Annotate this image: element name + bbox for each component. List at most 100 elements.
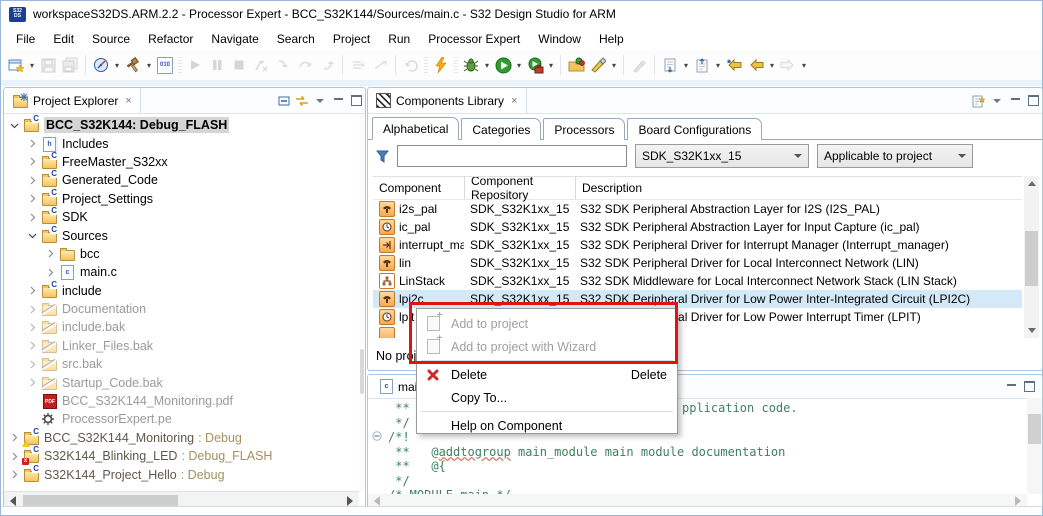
- back-dropdown[interactable]: ▾: [767, 54, 777, 76]
- open-pe-project-button[interactable]: [565, 54, 587, 76]
- mark-occurrences-button[interactable]: [628, 54, 650, 76]
- chevron-collapsed-icon[interactable]: [27, 139, 37, 149]
- scope-dropdown[interactable]: Applicable to project: [817, 144, 973, 168]
- chevron-collapsed-icon[interactable]: [45, 249, 55, 259]
- scroll-left-icon[interactable]: [10, 496, 16, 506]
- maximize-view-icon[interactable]: [1020, 378, 1038, 396]
- run-button[interactable]: [492, 54, 514, 76]
- tree-item-startup-code-bak[interactable]: Startup_Code.bak: [4, 373, 359, 391]
- tab-processors[interactable]: Processors: [543, 118, 626, 140]
- editor-vscrollbar[interactable]: [1027, 398, 1042, 494]
- chevron-collapsed-icon[interactable]: [9, 451, 19, 461]
- scroll-down-icon[interactable]: [1024, 323, 1039, 338]
- chevron-collapsed-icon[interactable]: [9, 470, 19, 480]
- tree-item-monitoring-pdf[interactable]: PDF BCC_S32K144_Monitoring.pdf: [4, 392, 359, 410]
- chevron-collapsed-icon[interactable]: [27, 157, 37, 167]
- highlight-pen-dropdown[interactable]: ▾: [609, 54, 619, 76]
- scroll-thumb[interactable]: [1028, 414, 1041, 444]
- chevron-collapsed-icon[interactable]: [27, 322, 37, 332]
- chevron-collapsed-icon[interactable]: [27, 286, 37, 296]
- filter-input[interactable]: [397, 145, 627, 167]
- chevron-collapsed-icon[interactable]: [45, 267, 55, 277]
- tree-item-project-settings[interactable]: C Project_Settings: [4, 188, 359, 208]
- build-dropdown[interactable]: ▾: [144, 54, 154, 76]
- chevron-collapsed-icon[interactable]: [27, 212, 37, 222]
- project-explorer-close-icon[interactable]: ×: [125, 95, 131, 107]
- column-component[interactable]: Component: [373, 177, 465, 199]
- table-row-selected[interactable]: lpi2c SDK_S32K1xx_15 S32 SDK Peripheral …: [373, 290, 1022, 308]
- forward-dropdown[interactable]: ▾: [799, 54, 809, 76]
- menu-search[interactable]: Search: [268, 29, 324, 49]
- project-explorer-tab[interactable]: Project Explorer ×: [4, 88, 141, 113]
- components-library-tab[interactable]: Components Library ×: [368, 88, 527, 113]
- step-over-button[interactable]: [294, 54, 316, 76]
- new-wizard-button[interactable]: [5, 54, 27, 76]
- chevron-expanded-icon[interactable]: [27, 231, 37, 241]
- tree-item-src-bak[interactable]: src.bak: [4, 355, 359, 373]
- pe-generate-code-button[interactable]: [90, 54, 112, 76]
- flash-programmer-button[interactable]: [430, 54, 452, 76]
- back-button[interactable]: [745, 54, 767, 76]
- tab-board-configurations[interactable]: Board Configurations: [627, 118, 763, 140]
- scroll-up-icon[interactable]: [1024, 176, 1039, 191]
- repository-dropdown[interactable]: SDK_S32K1xx_15: [635, 144, 809, 168]
- menu-item-add-to-project-wizard[interactable]: Add to project with Wizard: [417, 333, 677, 358]
- tree-item-sources[interactable]: C Sources: [4, 225, 359, 244]
- stop-button[interactable]: [228, 54, 250, 76]
- save-all-button[interactable]: [59, 54, 81, 76]
- table-row[interactable]: ic_pal SDK_S32K1xx_15 S32 SDK Peripheral…: [373, 218, 1022, 236]
- run-dropdown[interactable]: ▾: [514, 54, 524, 76]
- menu-item-add-to-project[interactable]: Add to project: [417, 310, 677, 335]
- step-into-button[interactable]: [272, 54, 294, 76]
- scroll-right-icon[interactable]: [1015, 496, 1021, 506]
- maximize-view-icon[interactable]: [1024, 92, 1042, 110]
- menu-run[interactable]: Run: [379, 29, 419, 49]
- menu-window[interactable]: Window: [529, 29, 590, 49]
- menu-navigate[interactable]: Navigate: [202, 29, 267, 49]
- menu-source[interactable]: Source: [83, 29, 139, 49]
- suspend-button[interactable]: [206, 54, 228, 76]
- chevron-collapsed-icon[interactable]: [27, 304, 37, 314]
- tree-item-project-blinking-led[interactable]: Cx S32K144_Blinking_LED: Debug_FLASH: [4, 446, 359, 466]
- profile-button[interactable]: [524, 54, 546, 76]
- tree-item-main-c[interactable]: c main.c: [4, 263, 359, 281]
- maximize-view-icon[interactable]: [347, 92, 365, 110]
- previous-edit-location-button[interactable]: [691, 54, 713, 76]
- skip-breakpoints-button[interactable]: [369, 54, 391, 76]
- debug-button[interactable]: [460, 54, 482, 76]
- tree-item-project-hello[interactable]: C S32K144_Project_Hello: Debug: [4, 464, 359, 483]
- resume-button[interactable]: [184, 54, 206, 76]
- components-vscrollbar[interactable]: [1024, 176, 1039, 338]
- components-library-close-icon[interactable]: ×: [511, 95, 517, 107]
- forward-button[interactable]: [777, 54, 799, 76]
- back-to-last-edit-button[interactable]: [723, 54, 745, 76]
- tree-item-documentation[interactable]: Documentation: [4, 300, 359, 318]
- minimize-view-icon[interactable]: [1006, 92, 1024, 110]
- tree-item-project-bcc[interactable]: C BCC_S32K144: Debug_FLASH: [4, 115, 359, 134]
- last-edit-location-dropdown[interactable]: ▾: [681, 54, 691, 76]
- view-menu-icon[interactable]: [988, 92, 1006, 110]
- tree-item-sdk[interactable]: C SDK: [4, 207, 359, 226]
- pe-generate-dropdown[interactable]: ▾: [112, 54, 122, 76]
- build-button[interactable]: [122, 54, 144, 76]
- tree-item-freemaster[interactable]: C FreeMaster_S32xx: [4, 151, 359, 171]
- minimize-view-icon[interactable]: [1002, 378, 1020, 396]
- menu-item-copy-to[interactable]: Copy To...: [417, 386, 677, 409]
- instruction-stepping-button[interactable]: [347, 54, 369, 76]
- last-edit-location-button[interactable]: [659, 54, 681, 76]
- previous-edit-location-dropdown[interactable]: ▾: [713, 54, 723, 76]
- tree-item-project-monitoring[interactable]: C BCC_S32K144_Monitoring: Debug: [4, 427, 359, 447]
- table-row[interactable]: lin SDK_S32K1xx_15 S32 SDK Peripheral Dr…: [373, 254, 1022, 272]
- scroll-thumb[interactable]: [1025, 231, 1038, 286]
- menu-file[interactable]: File: [7, 29, 44, 49]
- project-explorer-vscrollbar[interactable]: [359, 114, 365, 491]
- menu-refactor[interactable]: Refactor: [139, 29, 202, 49]
- tab-alphabetical[interactable]: Alphabetical: [372, 117, 460, 140]
- view-menu-icon[interactable]: [311, 92, 329, 110]
- link-with-editor-icon[interactable]: [293, 92, 311, 110]
- chevron-collapsed-icon[interactable]: [27, 378, 37, 388]
- collapse-all-icon[interactable]: [275, 92, 293, 110]
- menu-item-delete[interactable]: Delete Delete: [417, 363, 677, 386]
- menu-processor-expert[interactable]: Processor Expert: [419, 29, 529, 49]
- table-row[interactable]: interrupt_mar SDK_S32K1xx_15 S32 SDK Per…: [373, 236, 1022, 254]
